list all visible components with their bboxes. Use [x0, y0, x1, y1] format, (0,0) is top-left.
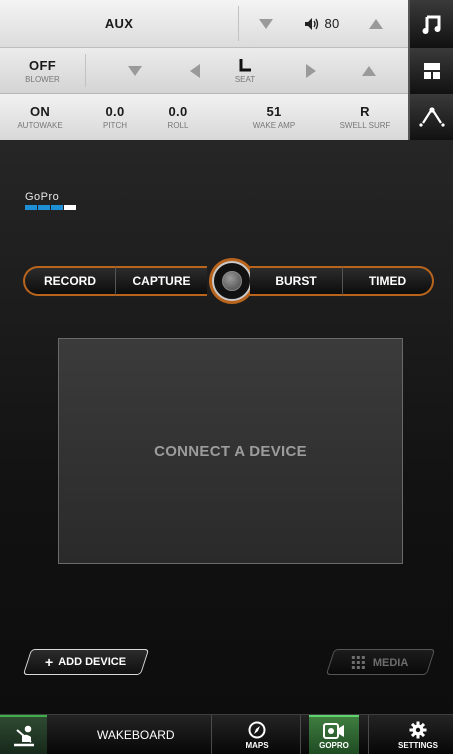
- autowake-label: AUTOWAKE: [17, 121, 63, 130]
- preview-message: CONNECT A DEVICE: [154, 442, 307, 460]
- gopro-logo-text: GoPro: [25, 191, 60, 203]
- divider: [85, 54, 86, 87]
- audio-source-label: AUX: [104, 16, 134, 31]
- add-device-button[interactable]: + ADD DEVICE: [22, 649, 150, 675]
- seat-icon: [239, 58, 251, 71]
- plus-icon: +: [45, 654, 54, 670]
- mode-timed-label: TIMED: [368, 274, 407, 288]
- speaker-icon: [305, 17, 319, 30]
- nav-settings-label: SETTINGS: [397, 740, 438, 750]
- autowake-toggle[interactable]: ON AUTOWAKE: [0, 94, 80, 140]
- roll-label: ROLL: [167, 121, 189, 130]
- pitch-control[interactable]: 0.0 PITCH: [90, 94, 140, 140]
- autowake-value: ON: [29, 104, 51, 119]
- media-content: MEDIA: [352, 655, 409, 669]
- volume-down-button[interactable]: [252, 0, 280, 47]
- nav-gopro[interactable]: GOPRO: [309, 715, 359, 754]
- music-note-icon: [422, 15, 440, 34]
- grid-icon: [352, 655, 366, 669]
- up-arrow-icon: [362, 65, 376, 76]
- blower-seat-row: OFF BLOWER SEAT: [0, 48, 453, 94]
- camera-preview: CONNECT A DEVICE: [58, 338, 403, 564]
- mode-burst-button[interactable]: BURST: [250, 266, 342, 296]
- swell-surf-control[interactable]: R SWELL SURF: [326, 94, 404, 140]
- mode-timed-button[interactable]: TIMED: [342, 266, 434, 296]
- seat-right-button[interactable]: [296, 48, 326, 93]
- music-side-button[interactable]: [408, 0, 453, 48]
- roll-value: 0.0: [168, 104, 188, 119]
- right-arrow-icon: [306, 63, 316, 78]
- activity-selector[interactable]: WAKEBOARD: [0, 715, 211, 754]
- nav-gopro-label: GOPRO: [319, 740, 349, 750]
- seat-down-button[interactable]: [120, 48, 150, 93]
- activity-label: WAKEBOARD: [97, 728, 175, 742]
- wake-side-button[interactable]: [408, 94, 453, 140]
- roll-control[interactable]: 0.0 ROLL: [153, 94, 203, 140]
- blower-value: OFF: [29, 57, 56, 73]
- blower-toggle[interactable]: OFF BLOWER: [0, 48, 85, 93]
- seat-up-button[interactable]: [354, 48, 384, 93]
- divider: [300, 715, 301, 754]
- divider: [368, 715, 369, 754]
- seat-display: SEAT: [224, 48, 266, 93]
- divider: [211, 715, 212, 754]
- audio-source[interactable]: AUX: [0, 0, 238, 47]
- shutter-button[interactable]: [212, 261, 252, 301]
- seat-left-button[interactable]: [180, 48, 210, 93]
- pitch-label: PITCH: [103, 121, 127, 130]
- add-device-label: ADD DEVICE: [58, 656, 127, 668]
- nav-maps-label: MAPS: [245, 740, 269, 750]
- media-button[interactable]: MEDIA: [325, 649, 436, 675]
- swell-surf-value: R: [360, 104, 370, 119]
- volume-up-button[interactable]: [362, 0, 390, 47]
- mode-capture-button[interactable]: CAPTURE: [115, 266, 207, 296]
- camera-icon: [323, 722, 344, 739]
- bottom-nav: WAKEBOARD MAPS GOPRO SETTINGS: [0, 714, 453, 754]
- nav-maps[interactable]: MAPS: [232, 715, 282, 754]
- compass-icon: [248, 721, 266, 738]
- camera-mode-bar: RECORD CAPTURE BURST TIMED: [23, 261, 434, 301]
- control-panel: AUX 80 OFF BLOWER SEAT ON AUTOWAKE 0.0 P…: [0, 0, 453, 140]
- gear-icon: [409, 721, 427, 738]
- wake-amp-label: WAKE AMP: [252, 121, 296, 130]
- divider: [238, 6, 239, 41]
- gopro-logo-bars: [25, 205, 81, 210]
- wake-amp-control[interactable]: 51 WAKE AMP: [240, 94, 308, 140]
- volume-up-icon: [369, 18, 383, 29]
- left-arrow-icon: [190, 63, 200, 78]
- volume-value: 80: [324, 16, 340, 31]
- down-arrow-icon: [128, 65, 142, 76]
- audio-row: AUX 80: [0, 0, 453, 48]
- mode-record-label: RECORD: [43, 274, 96, 288]
- add-device-content: + ADD DEVICE: [45, 654, 126, 670]
- shutter-icon: [222, 271, 242, 291]
- mode-record-button[interactable]: RECORD: [23, 266, 115, 296]
- layout-icon: [423, 63, 440, 79]
- blower-label: BLOWER: [25, 74, 60, 84]
- gopro-logo: GoPro: [25, 191, 81, 213]
- layout-side-button[interactable]: [408, 48, 453, 94]
- seat-label: SEAT: [234, 74, 256, 84]
- volume-down-icon: [259, 18, 273, 29]
- gopro-screen: GoPro RECORD CAPTURE BURST TIMED CONNECT…: [0, 140, 453, 714]
- pitch-value: 0.0: [105, 104, 125, 119]
- mode-burst-label: BURST: [275, 274, 317, 288]
- wake-settings-row: ON AUTOWAKE 0.0 PITCH 0.0 ROLL 51 WAKE A…: [0, 94, 453, 140]
- activity-icon-tile: [0, 715, 47, 754]
- mode-capture-label: CAPTURE: [132, 274, 191, 288]
- media-label: MEDIA: [373, 656, 409, 668]
- wakeboarder-icon: [13, 725, 34, 747]
- wake-amp-value: 51: [266, 104, 282, 119]
- nav-settings[interactable]: SETTINGS: [390, 715, 446, 754]
- volume-display: 80: [292, 0, 352, 47]
- swell-surf-label: SWELL SURF: [339, 121, 391, 130]
- wake-shape-icon: [418, 107, 445, 127]
